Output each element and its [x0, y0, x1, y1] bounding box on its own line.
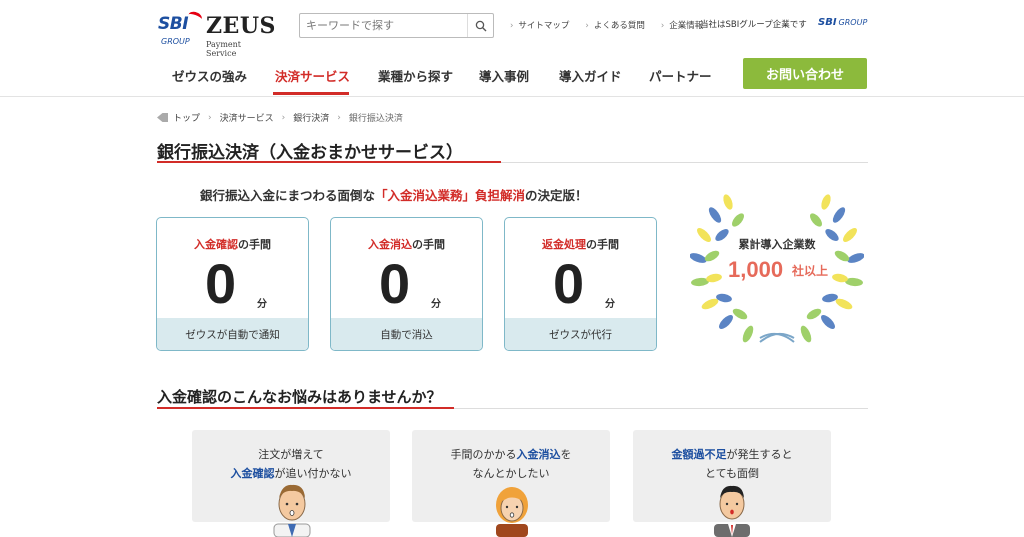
card-title-highlight: 返金処理: [542, 238, 586, 251]
nav-partners[interactable]: パートナー: [649, 66, 712, 85]
nav-payment-services[interactable]: 決済サービス: [275, 66, 350, 85]
sbi-logo-text: SBI: [158, 14, 189, 34]
nav-by-industry[interactable]: 業種から探す: [378, 66, 453, 85]
worry-highlight: 金額過不足: [671, 448, 727, 461]
badge-number: 1,000: [728, 257, 784, 282]
card-footer: ゼウスが代行: [505, 318, 656, 350]
utility-links: サイトマップ よくある質問 企業情報: [510, 19, 703, 31]
worry-line1: 注文が増えて: [258, 448, 324, 461]
nav-guide[interactable]: 導入ガイド: [559, 66, 622, 85]
worried-woman-illustration: [496, 487, 528, 537]
nav-strengths[interactable]: ゼウスの強み: [172, 66, 247, 85]
card-title-rest: の手間: [586, 238, 619, 251]
card-title-rest: の手間: [238, 238, 271, 251]
link-company[interactable]: 企業情報: [661, 19, 703, 31]
link-faq[interactable]: よくある質問: [585, 19, 645, 31]
feature-card-payment-check: 入金確認の手間 0 分 ゼウスが自動で通知: [156, 217, 309, 351]
lead-pre: 銀行振込入金にまつわる面倒な: [200, 188, 376, 203]
zeus-logo-text: ZEUS: [206, 13, 276, 39]
worry-line1-post: が発生すると: [726, 448, 793, 461]
card-title: 返金処理の手間: [505, 236, 656, 252]
feature-card-reconciliation: 入金消込の手間 0 分 自動で消込: [330, 217, 483, 351]
nav-case-studies[interactable]: 導入事例: [479, 66, 529, 85]
lead-highlight: 「入金消込業務」負担解消: [375, 188, 526, 203]
card-footer: 自動で消込: [331, 318, 482, 350]
corp-logo-group: GROUP: [838, 18, 868, 27]
card-title: 入金消込の手間: [331, 236, 482, 252]
badge-title: 累計導入企業数: [738, 238, 816, 251]
contact-button[interactable]: お問い合わせ: [743, 58, 867, 89]
sbi-group-logo[interactable]: SBI GROUP: [818, 17, 867, 28]
card-title-highlight: 入金確認: [194, 238, 238, 251]
breadcrumb-payment-services[interactable]: 決済サービス: [220, 111, 274, 124]
lead-post: の決定版！: [525, 188, 588, 203]
badge-suffix: 社以上: [792, 264, 829, 278]
adoption-badge: 累計導入企業数 1,000 社以上: [690, 190, 864, 350]
worry-highlight: 入金確認: [230, 467, 275, 480]
card-footer: ゼウスが自動で通知: [157, 318, 308, 350]
search-button[interactable]: [467, 14, 493, 37]
card-value: 0: [553, 252, 585, 315]
sbi-logo-arc: [186, 9, 204, 25]
page-title: 銀行振込決済（入金おまかせサービス）: [157, 143, 463, 163]
card-unit: 分: [257, 299, 267, 310]
chevron-right-icon: ›: [337, 112, 341, 123]
corp-text: 当社はSBIグループ企業です: [700, 20, 807, 30]
worried-businessman-illustration: [714, 485, 750, 537]
card-title-highlight: 入金消込: [368, 238, 412, 251]
search-box: [299, 13, 494, 38]
payment-service-text: Payment Service: [206, 40, 241, 58]
worry-line1-post: を: [560, 448, 572, 461]
title-accent-line: [157, 161, 501, 163]
worry-highlight: 入金消込: [516, 448, 561, 461]
link-sitemap[interactable]: サイトマップ: [510, 19, 569, 31]
nav-active-indicator: [273, 92, 349, 95]
home-icon: [157, 113, 168, 122]
search-icon: [475, 20, 486, 31]
breadcrumb: トップ › 決済サービス › 銀行決済 › 銀行振込決済: [157, 111, 403, 124]
section-title-worries: 入金確認のこんなお悩みはありませんか？: [157, 388, 442, 406]
breadcrumb-current: 銀行振込決済: [348, 114, 403, 124]
card-title: 入金確認の手間: [157, 236, 308, 252]
breadcrumb-top[interactable]: トップ: [173, 111, 200, 124]
corp-logo-sbi: SBI: [818, 17, 837, 28]
feature-card-refund: 返金処理の手間 0 分 ゼウスが代行: [504, 217, 657, 351]
chevron-right-icon: ›: [208, 112, 212, 123]
breadcrumb-bank-payment[interactable]: 銀行決済: [293, 111, 329, 124]
sbi-group-text: GROUP: [161, 37, 190, 46]
card-value: 0: [205, 252, 237, 315]
worried-man-illustration: [273, 484, 311, 537]
chevron-right-icon: ›: [281, 112, 286, 123]
card-unit: 分: [605, 299, 615, 310]
worry-line1-pre: 手間のかかる: [450, 448, 517, 461]
zeus-logo[interactable]: SBI GROUP ZEUS Payment Service: [158, 9, 275, 58]
lead-text: 銀行振込入金にまつわる面倒な「入金消込業務」負担解消の決定版！: [200, 185, 588, 204]
search-input[interactable]: [300, 14, 465, 37]
card-unit: 分: [431, 299, 441, 310]
section-accent-line: [157, 407, 454, 409]
card-title-rest: の手間: [412, 238, 445, 251]
card-value: 0: [379, 252, 411, 315]
